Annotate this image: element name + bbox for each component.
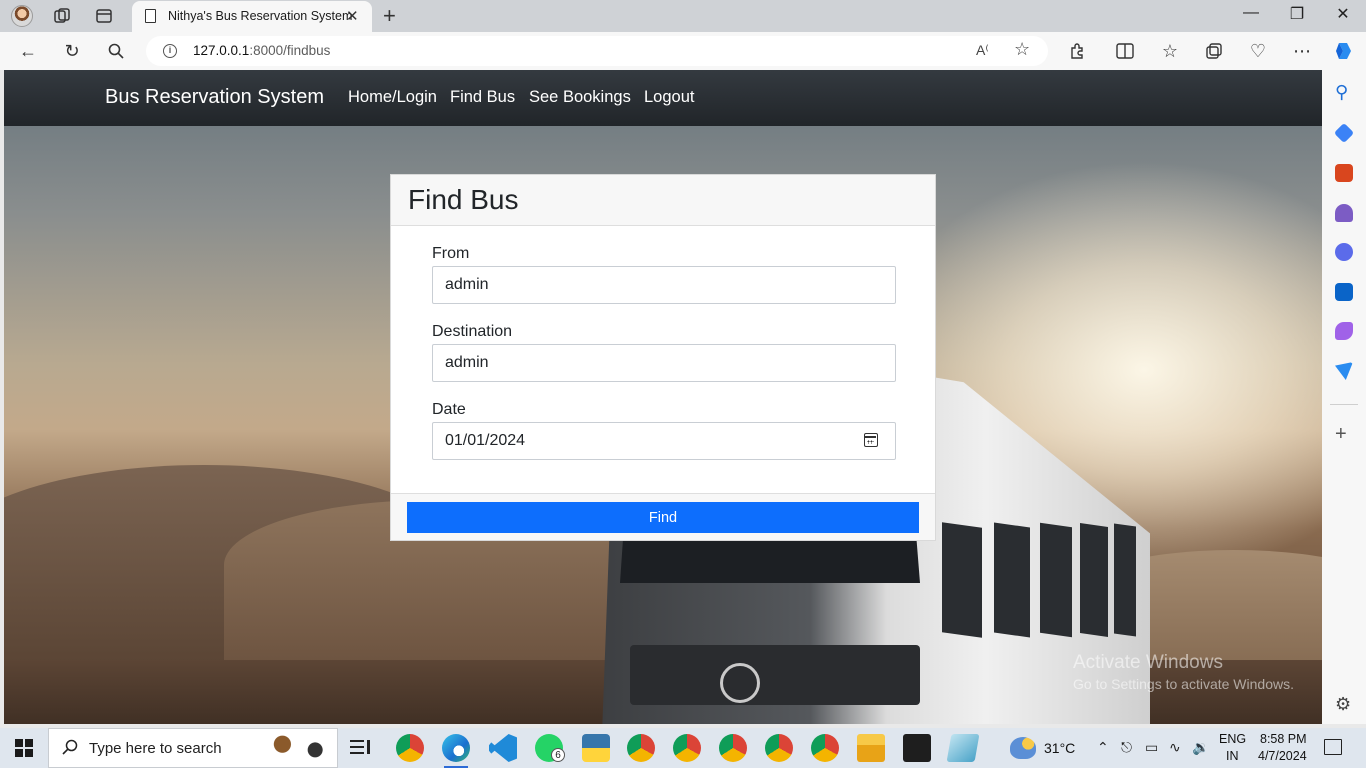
edge-app-icon[interactable]: [442, 734, 470, 768]
designer-icon[interactable]: [1335, 322, 1353, 340]
search-icon[interactable]: [103, 39, 129, 63]
window-close-button[interactable]: ✕: [1331, 4, 1355, 24]
sidebar-settings-icon[interactable]: ⚙: [1335, 694, 1351, 715]
weather-icon[interactable]: [1010, 737, 1036, 759]
task-view-icon[interactable]: [347, 734, 375, 762]
vscode-app-icon[interactable]: [489, 734, 517, 762]
destination-label: Destination: [432, 323, 513, 340]
terminal-app-icon[interactable]: [903, 734, 931, 762]
browser-tab-active[interactable]: Nithya's Bus Reservation System ✕: [132, 1, 372, 32]
notifications-icon[interactable]: [1324, 739, 1342, 755]
find-button[interactable]: Find: [407, 502, 919, 533]
minimize-button[interactable]: —: [1239, 4, 1263, 22]
nav-find-bus[interactable]: Find Bus: [450, 88, 515, 107]
nav-see-bookings[interactable]: See Bookings: [529, 88, 631, 107]
meet-now-icon[interactable]: ⎋: [1121, 739, 1132, 756]
activate-windows-title: Activate Windows: [1073, 652, 1223, 673]
favorites-icon[interactable]: ☆: [1157, 39, 1183, 63]
destination-input[interactable]: [432, 344, 896, 382]
chrome-profile-5-icon[interactable]: [765, 734, 793, 762]
sidebar-divider: [1330, 404, 1358, 405]
nav-home-login[interactable]: Home/Login: [348, 88, 437, 107]
taskbar-search-placeholder: Type here to search: [89, 740, 222, 757]
language-indicator-bottom[interactable]: IN: [1226, 749, 1239, 763]
tab-close-icon[interactable]: ✕: [346, 7, 359, 25]
edge-sidebar: ⚲ + ⚙: [1322, 70, 1366, 724]
wifi-icon[interactable]: ∿: [1169, 739, 1181, 756]
search-highlight-image: [259, 729, 337, 767]
taskbar-search-box[interactable]: Type here to search: [48, 728, 338, 768]
send-icon[interactable]: [1335, 362, 1353, 380]
python-app-icon[interactable]: [582, 734, 610, 762]
whatsapp-app-icon[interactable]: 6: [535, 734, 565, 762]
profile-avatar[interactable]: [10, 4, 34, 28]
read-aloud-icon[interactable]: A⁽: [976, 42, 989, 59]
outlook-icon[interactable]: [1335, 283, 1353, 301]
browser-toolbar: ← ↻ i 127.0.0.1:8000/findbus A⁽ ☆ ☆ ♡ ⋯: [0, 32, 1366, 70]
chrome-profile-6-icon[interactable]: [811, 734, 839, 762]
sidebar-search-icon[interactable]: ⚲: [1335, 82, 1348, 103]
card-header: Find Bus: [391, 175, 935, 226]
date-label: Date: [432, 401, 466, 418]
taskbar-search-icon: [62, 739, 78, 760]
notepad-app-icon[interactable]: [946, 734, 980, 762]
shopping-tag-icon[interactable]: [1333, 122, 1355, 144]
tab-actions-icon[interactable]: [92, 4, 116, 28]
chrome-profile-4-icon[interactable]: [719, 734, 747, 762]
site-info-icon[interactable]: i: [163, 44, 177, 58]
page-viewport: Bus Reservation System Home/Login Find B…: [4, 70, 1322, 724]
calendar-icon[interactable]: [864, 433, 878, 447]
card-footer: Find: [391, 493, 935, 540]
windows-taskbar: Type here to search 6 31°C ⌃ ⎋ ▭ ∿ 🔉 ENG…: [0, 728, 1366, 768]
start-button[interactable]: [15, 739, 33, 757]
tray-overflow-chevron-icon[interactable]: ⌃: [1097, 739, 1109, 756]
favorite-star-icon[interactable]: ☆: [1014, 39, 1030, 60]
new-tab-button[interactable]: +: [383, 3, 396, 29]
browser-essentials-icon[interactable]: ♡: [1245, 39, 1271, 63]
chrome-profile-2-icon[interactable]: [627, 734, 655, 762]
refresh-button[interactable]: ↻: [59, 39, 85, 63]
workspaces-icon[interactable]: [50, 4, 74, 28]
chrome-profile-3-icon[interactable]: [673, 734, 701, 762]
games-icon[interactable]: [1335, 204, 1353, 222]
from-label: From: [432, 245, 470, 262]
address-bar[interactable]: i 127.0.0.1:8000/findbus A⁽ ☆: [146, 36, 1048, 66]
card-title: Find Bus: [408, 184, 519, 215]
volume-icon[interactable]: 🔉: [1192, 739, 1209, 756]
tab-title: Nithya's Bus Reservation System: [168, 9, 353, 23]
date-input[interactable]: [432, 422, 896, 460]
brand-link[interactable]: Bus Reservation System: [105, 86, 324, 109]
add-sidebar-app-icon[interactable]: +: [1335, 423, 1347, 446]
copilot-icon[interactable]: [1331, 39, 1357, 63]
nav-logout[interactable]: Logout: [644, 88, 694, 107]
microsoft-365-icon[interactable]: [1335, 243, 1353, 261]
tools-icon[interactable]: [1335, 164, 1353, 182]
restore-button[interactable]: ❐: [1285, 4, 1309, 24]
weather-temperature[interactable]: 31°C: [1044, 740, 1075, 756]
more-menu-icon[interactable]: ⋯: [1289, 39, 1315, 63]
battery-icon[interactable]: ▭: [1145, 739, 1158, 756]
back-button[interactable]: ←: [15, 39, 41, 63]
file-explorer-icon[interactable]: [857, 734, 885, 762]
clock-time[interactable]: 8:58 PM: [1260, 732, 1307, 746]
from-input[interactable]: [432, 266, 896, 304]
clock-date[interactable]: 4/7/2024: [1258, 749, 1307, 763]
url-text[interactable]: 127.0.0.1:8000/findbus: [193, 43, 330, 58]
language-indicator-top[interactable]: ENG: [1219, 732, 1246, 746]
find-bus-card: Find Bus From Destination Date Find: [390, 174, 936, 541]
site-navbar: Bus Reservation System Home/Login Find B…: [4, 70, 1322, 126]
whatsapp-badge: 6: [551, 748, 565, 762]
collections-icon[interactable]: [1201, 39, 1227, 63]
split-screen-icon[interactable]: [1112, 39, 1138, 63]
extensions-icon[interactable]: [1064, 39, 1090, 63]
activate-windows-subtitle: Go to Settings to activate Windows.: [1073, 676, 1294, 692]
page-icon: [145, 9, 156, 23]
chrome-app-icon[interactable]: [396, 734, 424, 762]
browser-tab-strip: Nithya's Bus Reservation System ✕ + — ❐ …: [0, 0, 1366, 32]
